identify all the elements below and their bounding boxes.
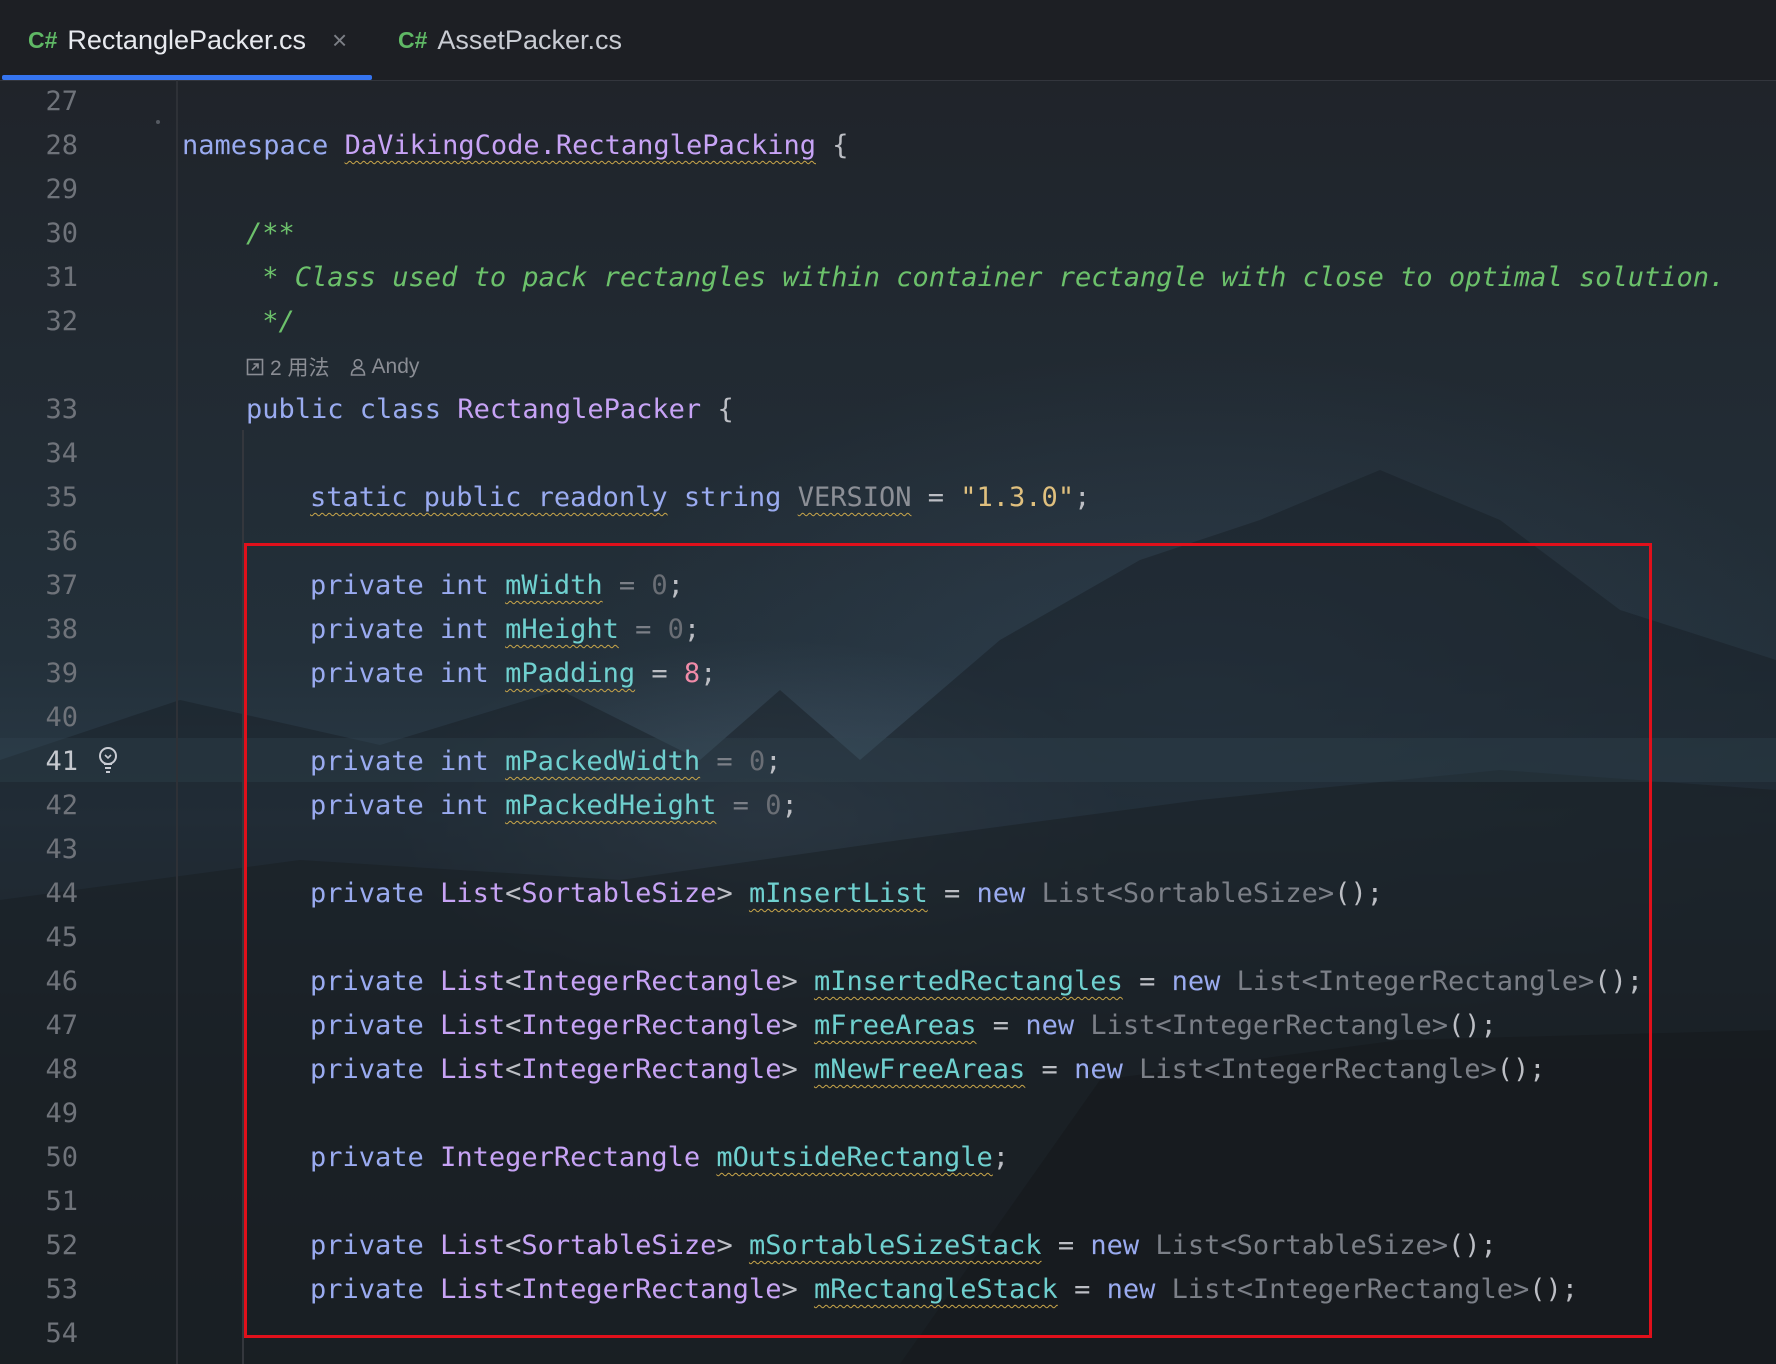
- line-number: 50: [45, 1142, 78, 1173]
- inlay-hint[interactable]: 2 用法 Andy: [246, 350, 419, 384]
- line-number: 39: [45, 658, 78, 689]
- line-number: 42: [45, 790, 78, 821]
- code-text[interactable]: namespace DaVikingCode.RectanglePacking …: [182, 124, 849, 168]
- line-number: 33: [45, 394, 78, 425]
- code-line[interactable]: 33 public class RectanglePacker {: [0, 388, 1776, 432]
- code-text[interactable]: /**: [246, 212, 295, 256]
- code-token: * Class used to pack rectangles within c…: [246, 262, 1726, 293]
- editor-tab-bar: C# RectanglePacker.cs × C# AssetPacker.c…: [0, 0, 1776, 81]
- code-token: {: [701, 394, 734, 425]
- code-line[interactable]: 29: [0, 168, 1776, 212]
- code-token: */: [246, 306, 295, 337]
- code-line[interactable]: 34: [0, 432, 1776, 476]
- line-number: 46: [45, 966, 78, 997]
- line-number: 51: [45, 1186, 78, 1217]
- code-token: ;: [1074, 482, 1091, 513]
- line-number: 45: [45, 922, 78, 953]
- line-number: 40: [45, 702, 78, 733]
- line-number: 36: [45, 526, 78, 557]
- csharp-icon: C#: [398, 26, 428, 53]
- code-token: VERSION: [797, 482, 912, 513]
- code-line[interactable]: 32 */: [0, 300, 1776, 344]
- line-number: 34: [45, 438, 78, 469]
- code-token: {: [815, 130, 849, 161]
- code-line[interactable]: 27: [0, 80, 1776, 124]
- code-token: DaVikingCode.RectanglePacking: [344, 130, 816, 161]
- code-line[interactable]: 31 * Class used to pack rectangles withi…: [0, 256, 1776, 300]
- lightbulb-icon[interactable]: [94, 744, 122, 776]
- code-token: /**: [246, 218, 295, 249]
- line-number: 32: [45, 306, 78, 337]
- usages-icon: [246, 358, 264, 376]
- line-number: 44: [45, 878, 78, 909]
- code-line[interactable]: 28 namespace DaVikingCode.RectanglePackin…: [0, 124, 1776, 168]
- line-number: 43: [45, 834, 78, 865]
- close-icon[interactable]: ×: [332, 25, 347, 56]
- code-line[interactable]: 35 static public readonly string VERSION …: [0, 476, 1776, 520]
- code-text[interactable]: */: [246, 300, 295, 344]
- code-token: "1.3.0": [960, 482, 1075, 513]
- highlight-box: [244, 543, 1652, 1338]
- line-number: 31: [45, 262, 78, 293]
- code-token: namespace: [182, 130, 329, 161]
- code-line[interactable]: 30 /**: [0, 212, 1776, 256]
- code-editor[interactable]: C# RectanglePacker.cs × C# AssetPacker.c…: [0, 0, 1776, 1364]
- code-text[interactable]: * Class used to pack rectangles within c…: [246, 256, 1725, 300]
- line-number: 41: [45, 746, 78, 777]
- line-number: 38: [45, 614, 78, 645]
- line-number: 28: [45, 130, 78, 161]
- tab-label: AssetPacker.cs: [437, 24, 622, 55]
- line-number: 52: [45, 1230, 78, 1261]
- csharp-icon: C#: [28, 26, 58, 53]
- line-number: 47: [45, 1010, 78, 1041]
- line-number: 48: [45, 1054, 78, 1085]
- user-icon: [350, 358, 365, 376]
- line-number: 54: [45, 1318, 78, 1349]
- usages-count[interactable]: 2 用法: [270, 352, 330, 382]
- code-token: public class: [246, 394, 442, 425]
- tab-rectanglepacker[interactable]: C# RectanglePacker.cs ×: [28, 0, 372, 80]
- code-token: =: [911, 482, 961, 513]
- author-name[interactable]: Andy: [372, 355, 420, 379]
- code-text[interactable]: public class RectanglePacker {: [246, 388, 734, 432]
- tab-assetpacker[interactable]: C# AssetPacker.cs: [398, 0, 622, 80]
- line-number: 35: [45, 482, 78, 513]
- line-number: 37: [45, 570, 78, 601]
- line-number: 27: [45, 86, 78, 117]
- code-token: static public readonly: [310, 482, 668, 513]
- line-number: 29: [45, 174, 78, 205]
- code-token: RectanglePacker: [457, 394, 702, 425]
- line-number: 49: [45, 1098, 78, 1129]
- code-text[interactable]: static public readonly string VERSION = …: [310, 476, 1090, 520]
- code-token: string: [683, 482, 782, 513]
- line-number: 30: [45, 218, 78, 249]
- tab-label: RectanglePacker.cs: [67, 24, 307, 55]
- line-number: 53: [45, 1274, 78, 1305]
